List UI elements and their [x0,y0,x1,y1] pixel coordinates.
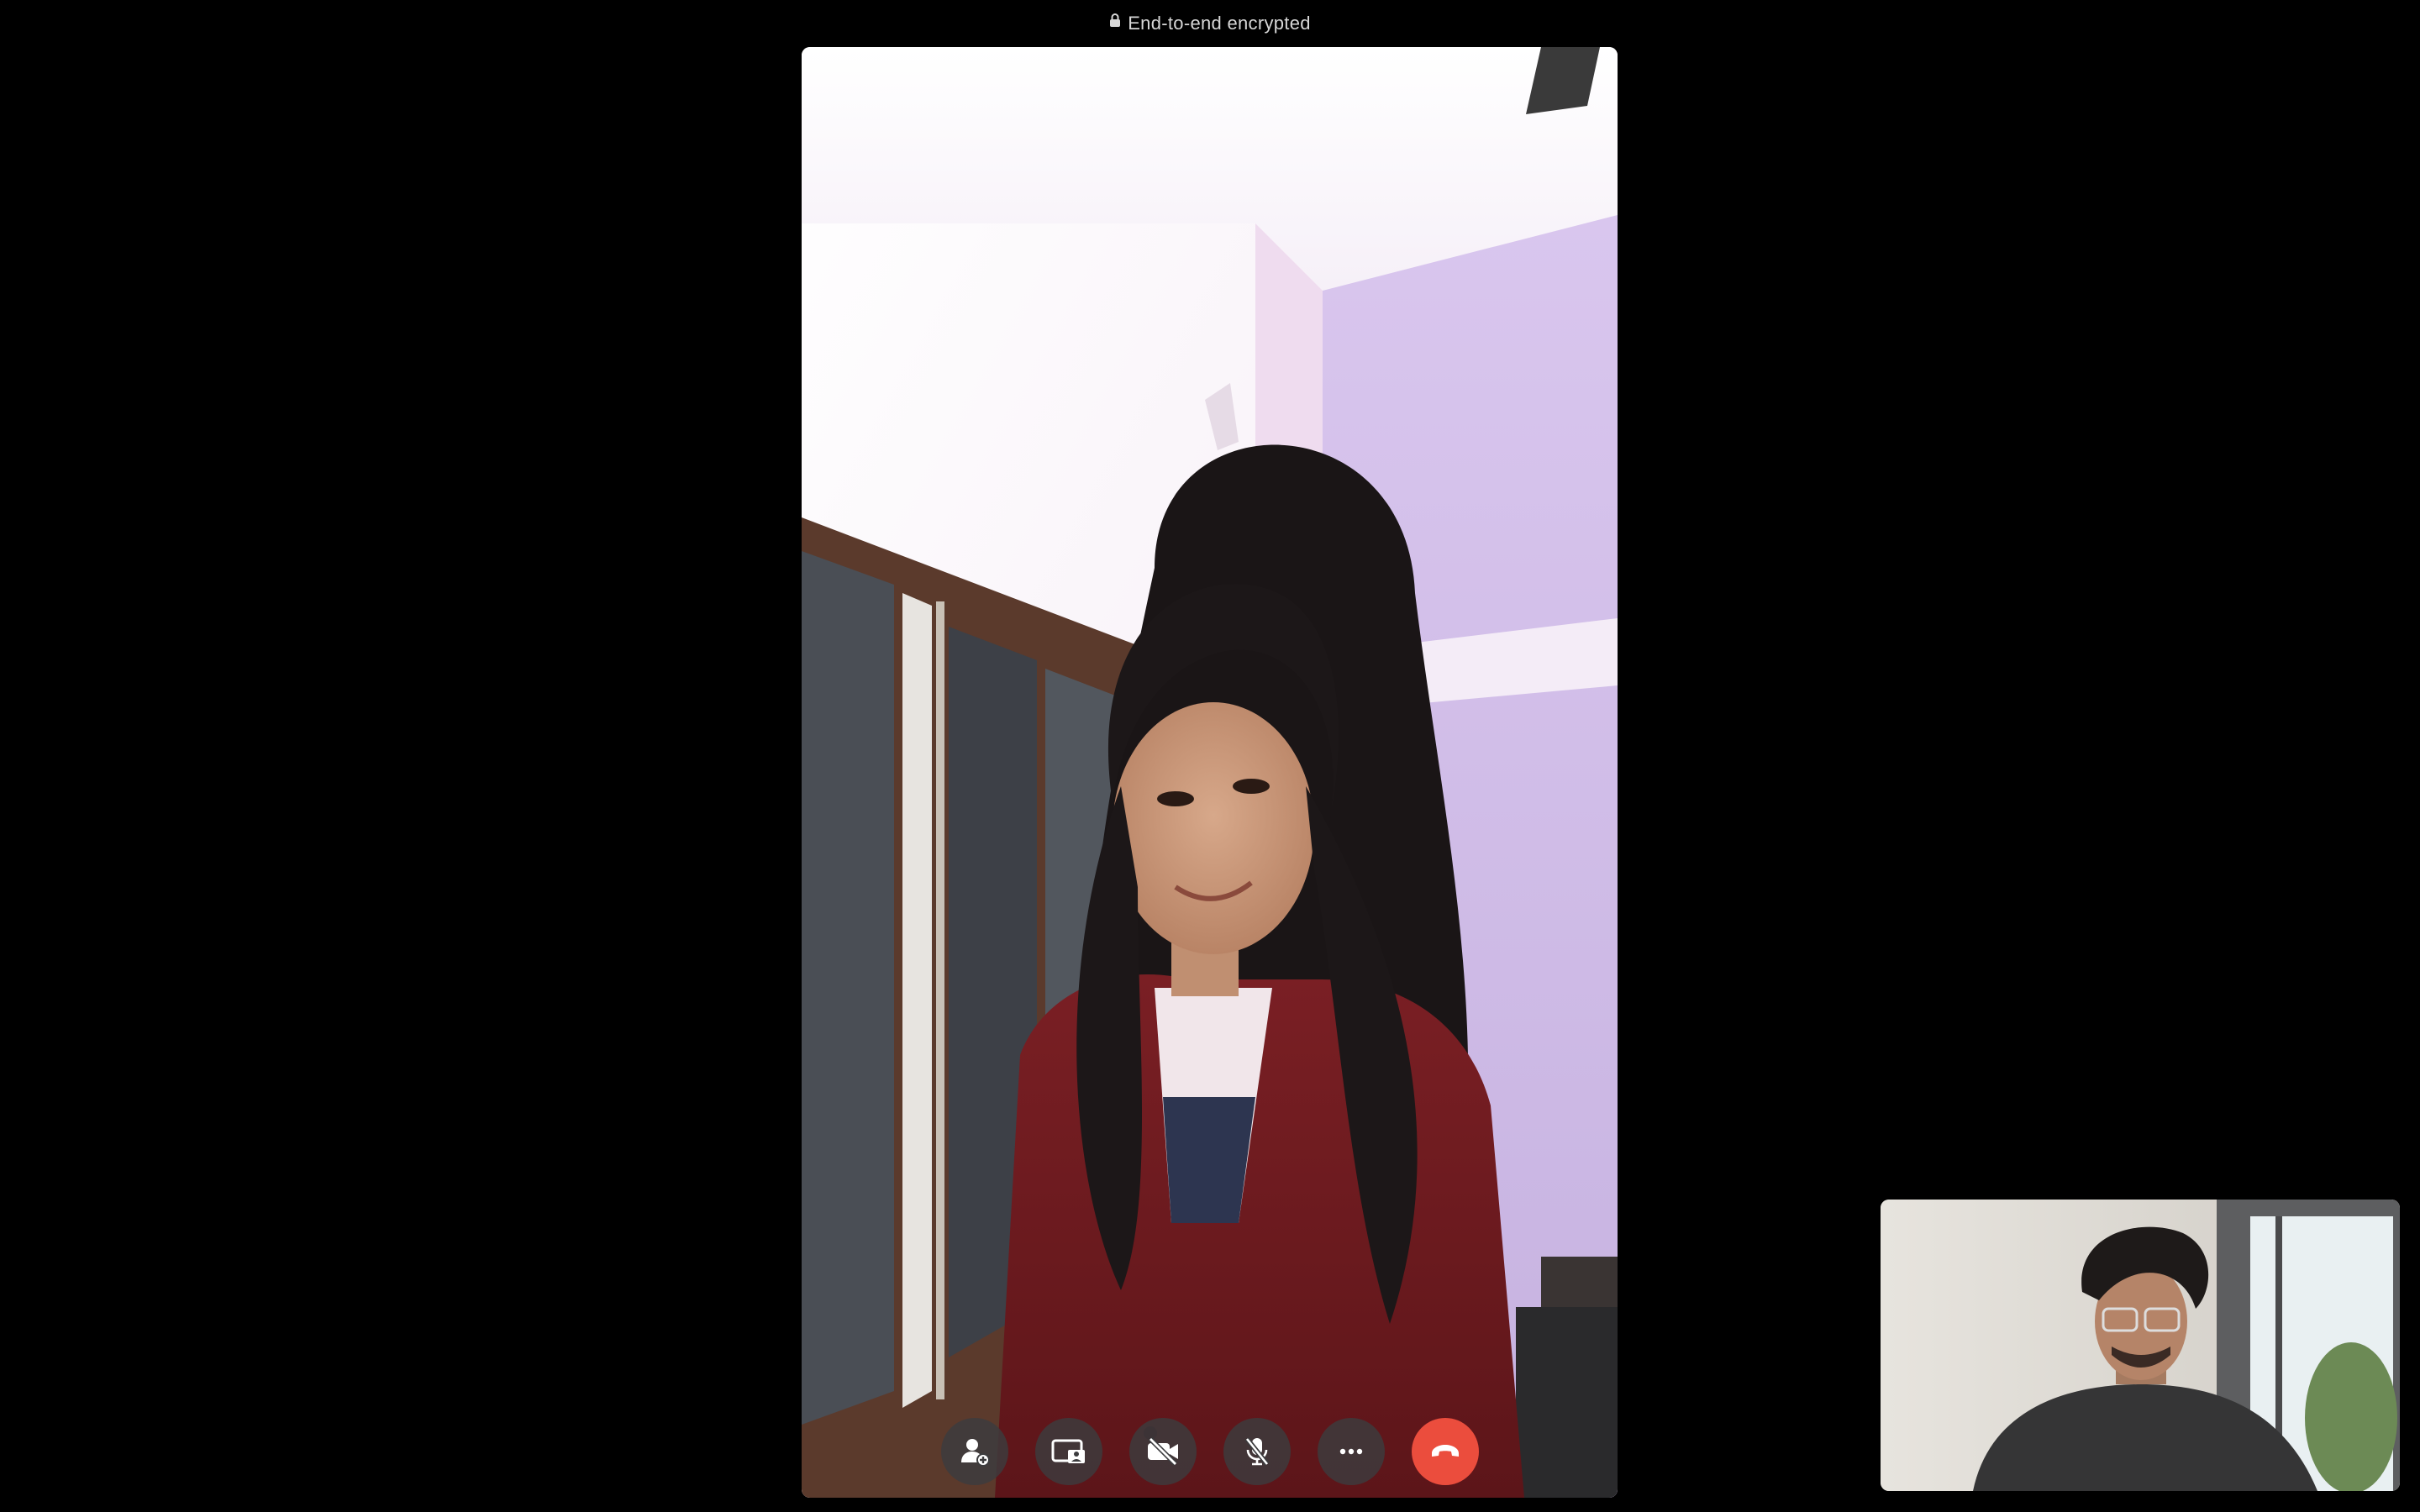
encryption-text: End-to-end encrypted [1128,13,1311,34]
screen-share-button[interactable] [1035,1418,1102,1485]
add-person-button[interactable] [941,1418,1008,1485]
encryption-status: End-to-end encrypted [0,10,2420,36]
camera-off-button[interactable] [1129,1418,1197,1485]
remote-video-feed [802,47,1618,1498]
lock-icon [1109,9,1121,34]
person-add-icon [961,1439,990,1467]
video-off-icon [1148,1436,1178,1467]
call-controls [941,1418,1479,1485]
mic-off-icon [1244,1437,1270,1466]
phone-hangup-icon [1432,1445,1459,1457]
call-window: End-to-end encrypted [0,0,2420,1512]
more-options-button[interactable] [1318,1418,1385,1485]
screen-share-icon [1051,1439,1085,1463]
self-video-feed[interactable] [1881,1200,2400,1491]
mute-button[interactable] [1223,1418,1291,1485]
more-icon [1339,1448,1363,1455]
end-call-button[interactable] [1412,1418,1479,1485]
